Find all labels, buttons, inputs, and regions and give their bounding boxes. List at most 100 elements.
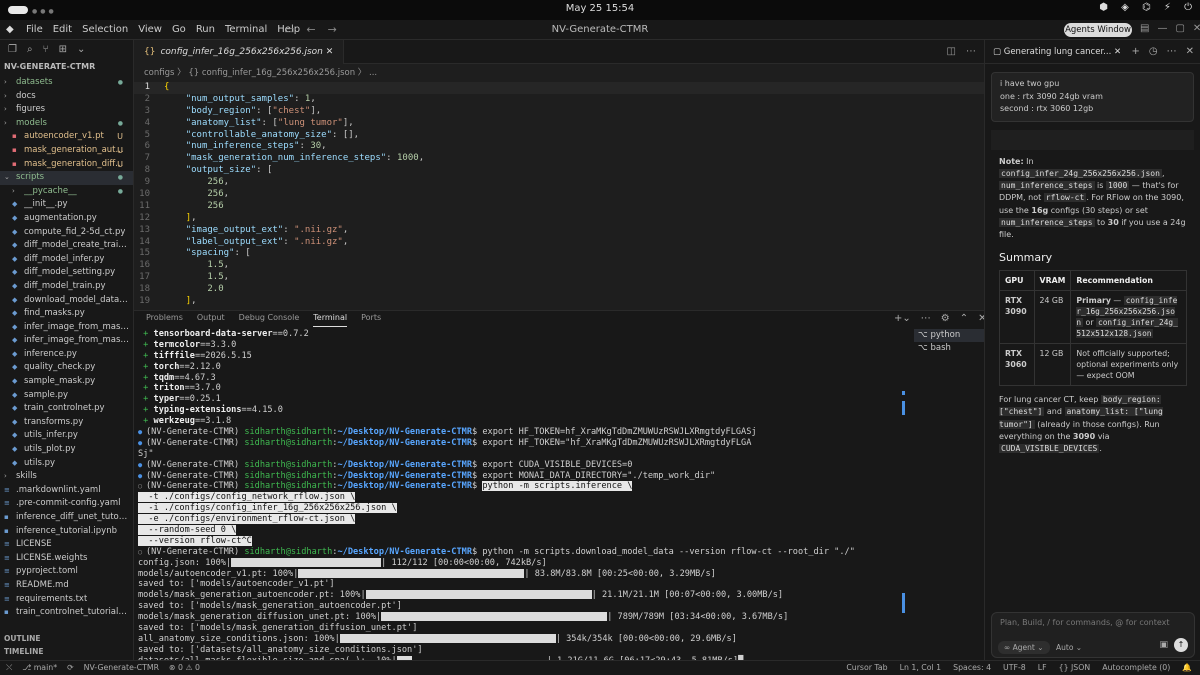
code-line[interactable]: 18 2.0: [134, 284, 984, 296]
code-line[interactable]: 3 "body_region": ["chest"],: [134, 106, 984, 118]
status-right-item[interactable]: {} JSON: [1059, 661, 1091, 675]
code-line[interactable]: 9 256,: [134, 177, 984, 189]
project-header[interactable]: NV-GENERATE-CTMR: [0, 62, 133, 76]
layout-icon[interactable]: ▤: [1140, 23, 1149, 34]
timeline-section[interactable]: TIMELINE: [0, 647, 133, 660]
files-icon[interactable]: ❐: [8, 44, 17, 58]
code-line[interactable]: 14 "label_output_ext": ".nii.gz",: [134, 237, 984, 249]
tree-item[interactable]: ≡ requirements.txt: [0, 593, 133, 607]
outline-section[interactable]: OUTLINE: [0, 634, 133, 647]
maximize-panel-icon[interactable]: ⌃: [960, 313, 968, 324]
tree-item[interactable]: ◆ quality_check.py: [0, 361, 133, 375]
extensions-icon[interactable]: ⊞: [59, 44, 67, 58]
tree-item[interactable]: ◆ diff_model_infer.py: [0, 253, 133, 267]
status-right-item[interactable]: LF: [1038, 661, 1047, 675]
more-actions-icon[interactable]: ⋯: [966, 46, 976, 57]
source-control-icon[interactable]: ⑂: [43, 44, 49, 58]
terminal-instance[interactable]: ⌥ bash: [914, 342, 984, 355]
tree-item[interactable]: ◆ sample.py: [0, 389, 133, 403]
code-view[interactable]: 1{2 "num_output_samples": 1, 3 "body_regi…: [134, 82, 984, 308]
code-line[interactable]: 8 "output_size": [: [134, 165, 984, 177]
panel-settings-icon[interactable]: ⚙: [941, 313, 950, 324]
clock[interactable]: May 25 15:54: [0, 3, 1200, 14]
status-right-item[interactable]: UTF-8: [1003, 661, 1026, 675]
code-line[interactable]: 11 256: [134, 201, 984, 213]
code-line[interactable]: 12 ],: [134, 213, 984, 225]
breadcrumb[interactable]: configs 〉 {} config_infer_16g_256x256x25…: [134, 64, 984, 82]
tree-item[interactable]: ◆ sample_mask.py: [0, 375, 133, 389]
tab-ports[interactable]: Ports: [361, 311, 381, 327]
tree-item[interactable]: ◆ download_model_data.py: [0, 294, 133, 308]
tree-item[interactable]: ◆ inference.py: [0, 348, 133, 362]
tab-config-file[interactable]: {} config_infer_16g_256x256x256.json ✕: [134, 40, 345, 64]
tree-item[interactable]: ◆ __init__.py: [0, 198, 133, 212]
status-left-item[interactable]: ⟳: [67, 661, 74, 675]
tree-item[interactable]: › datasets ●: [0, 76, 133, 90]
user-message[interactable]: i have two gpu one : rtx 3090 24gb vram se…: [991, 72, 1194, 122]
status-right-item[interactable]: 🔔: [1182, 661, 1192, 675]
send-button[interactable]: ↑: [1174, 638, 1188, 652]
history-icon[interactable]: ◷: [1149, 40, 1158, 64]
tree-item[interactable]: ▪ inference_diff_unet_tutorial...: [0, 511, 133, 525]
code-line[interactable]: 10 256,: [134, 189, 984, 201]
agent-code-block[interactable]: [991, 129, 1194, 150]
search-icon[interactable]: ⌕: [27, 44, 33, 58]
tree-item[interactable]: ◆ infer_image_from_mask.py: [0, 334, 133, 348]
terminal-instance[interactable]: ⌥ python: [914, 329, 984, 342]
tree-item[interactable]: ◆ transforms.py: [0, 416, 133, 430]
tree-item[interactable]: ◆ utils_infer.py: [0, 429, 133, 443]
status-left-item[interactable]: ⤬: [6, 661, 12, 675]
tree-item[interactable]: ◆ utils_plot.py: [0, 443, 133, 457]
status-left-item[interactable]: NV-Generate-CTMR: [84, 661, 159, 675]
tree-item[interactable]: › skills: [0, 470, 133, 484]
close-icon[interactable]: ✕: [1193, 23, 1200, 34]
terminal-more-icon[interactable]: ⋯: [921, 313, 931, 324]
code-line[interactable]: 19 ],: [134, 296, 984, 308]
code-line[interactable]: 13 "image_output_ext": ".nii.gz",: [134, 225, 984, 237]
tree-item[interactable]: ≡ LICENSE.weights: [0, 552, 133, 566]
tree-item[interactable]: › __pycache__ ●: [0, 185, 133, 199]
tree-item[interactable]: ▪ inference_tutorial.ipynb: [0, 525, 133, 539]
status-left-item[interactable]: ⊗ 0 ⚠ 0: [169, 661, 200, 675]
chat-input-box[interactable]: Plan, Build, / for commands, @ for conte…: [991, 612, 1195, 658]
code-line[interactable]: 16 1.5,: [134, 260, 984, 272]
code-line[interactable]: 17 1.5,: [134, 272, 984, 284]
agents-window-button[interactable]: Agents Window: [1064, 23, 1132, 37]
agent-more-icon[interactable]: ⋯: [1167, 40, 1177, 64]
code-line[interactable]: 15 "spacing": [: [134, 248, 984, 260]
tree-item[interactable]: ▪ mask_generation_aut... U: [0, 144, 133, 158]
tree-item[interactable]: ◆ diff_model_train.py: [0, 280, 133, 294]
tree-item[interactable]: ≡ .pre-commit-config.yaml: [0, 497, 133, 511]
code-line[interactable]: 5 "controllable_anatomy_size": [],: [134, 130, 984, 142]
minimize-icon[interactable]: —: [1157, 23, 1167, 34]
new-terminal-icon[interactable]: +⌄: [894, 313, 911, 324]
tab-terminal[interactable]: Terminal: [313, 311, 348, 327]
tab-problems[interactable]: Problems: [146, 311, 183, 327]
tab-debug-console[interactable]: Debug Console: [239, 311, 300, 327]
tab-output[interactable]: Output: [197, 311, 225, 327]
maximize-icon[interactable]: ▢: [1175, 23, 1184, 34]
chat-input-placeholder[interactable]: Plan, Build, / for commands, @ for conte…: [1000, 618, 1169, 627]
status-right-item[interactable]: Ln 1, Col 1: [900, 661, 942, 675]
code-line[interactable]: 7 "mask_generation_num_inference_steps":…: [134, 153, 984, 165]
tree-item[interactable]: ≡ LICENSE: [0, 538, 133, 552]
tree-item[interactable]: ≡ pyproject.toml: [0, 565, 133, 579]
agent-tab[interactable]: ▢ Generating lung cancer... ✕ + ◷ ⋯ ✕: [985, 40, 1200, 64]
code-line[interactable]: 1{: [134, 82, 984, 94]
tree-item[interactable]: ◆ train_controlnet.py: [0, 402, 133, 416]
status-left-item[interactable]: ⎇ main*: [22, 661, 57, 675]
tree-item[interactable]: ◆ augmentation.py: [0, 212, 133, 226]
tree-item[interactable]: ≡ .markdownlint.yaml: [0, 484, 133, 498]
new-chat-icon[interactable]: +: [1131, 40, 1139, 64]
code-line[interactable]: 6 "num_inference_steps": 30,: [134, 141, 984, 153]
tree-item[interactable]: ▪ mask_generation_diff... U: [0, 158, 133, 172]
status-right-item[interactable]: Spaces: 4: [953, 661, 991, 675]
code-line[interactable]: 2 "num_output_samples": 1,: [134, 94, 984, 106]
tree-item[interactable]: ▪ train_controlnet_tutorial.ipy...: [0, 606, 133, 620]
status-right-item[interactable]: Autocomplete (0): [1102, 661, 1170, 675]
tree-item[interactable]: ◆ utils.py: [0, 457, 133, 471]
tree-item[interactable]: ◆ diff_model_setting.py: [0, 266, 133, 280]
tree-item[interactable]: › models ●: [0, 117, 133, 131]
code-line[interactable]: 4 "anatomy_list": ["lung tumor"],: [134, 118, 984, 130]
tree-item[interactable]: › figures: [0, 103, 133, 117]
